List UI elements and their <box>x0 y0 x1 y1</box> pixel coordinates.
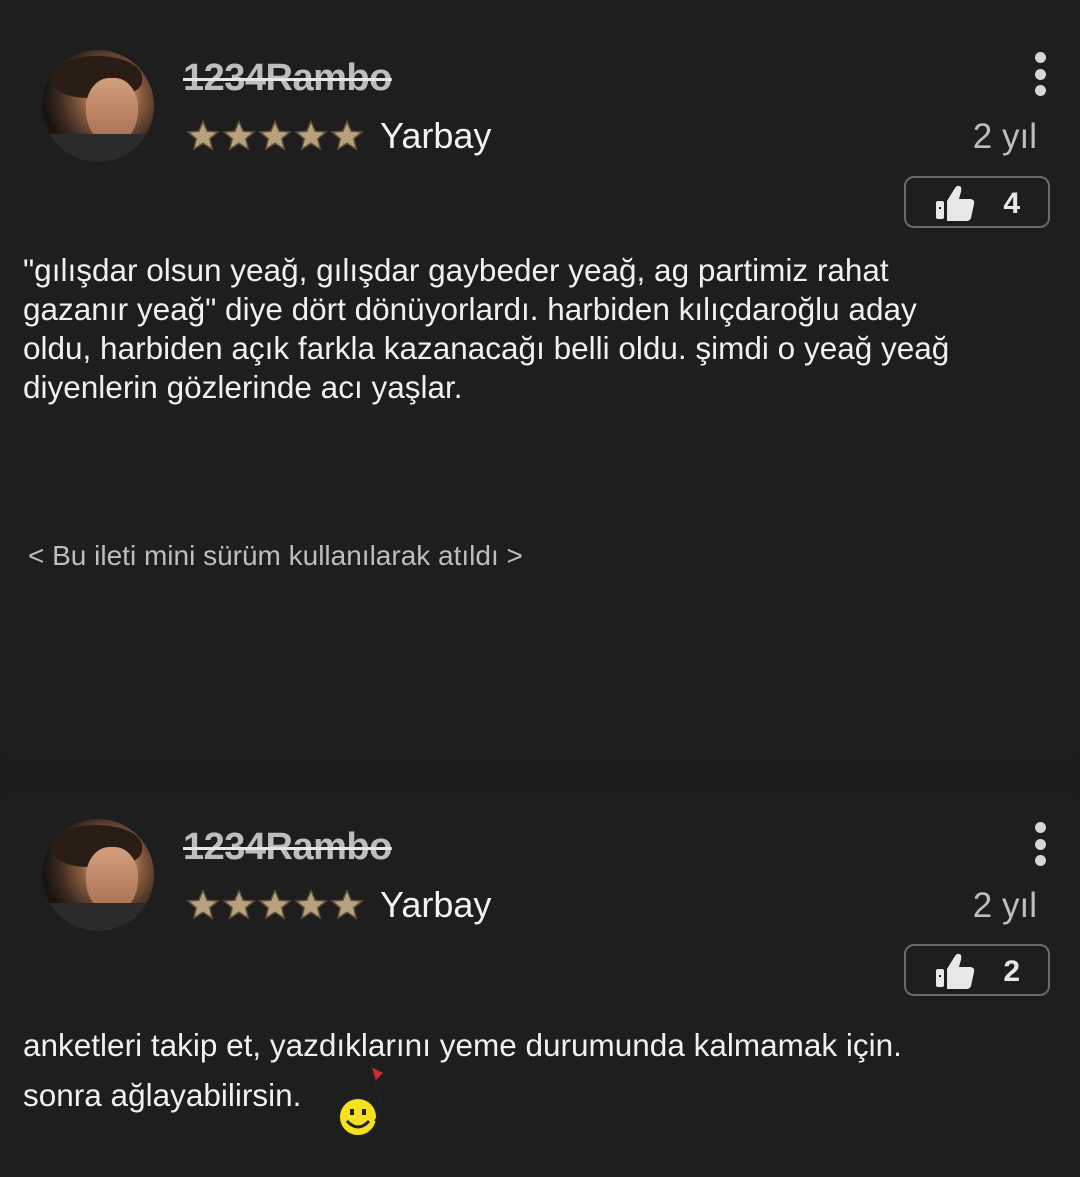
star-icon <box>294 120 328 150</box>
avatar[interactable] <box>42 50 154 162</box>
star-icon <box>258 889 292 919</box>
star-icon <box>258 120 292 150</box>
star-icon <box>222 120 256 150</box>
post-body-line: "gılışdar olsun yeağ, gılışdar gaybeder … <box>23 252 889 288</box>
more-options-icon[interactable] <box>1028 52 1052 96</box>
smiley-with-flag-icon <box>338 1066 386 1137</box>
post-body-line: diyenlerin gözlerinde acı yaşlar. <box>23 369 463 405</box>
user-rank: Yarbay <box>380 115 492 156</box>
post-body-line: anketleri takip et, yazdıklarını yeme du… <box>23 1027 902 1063</box>
star-icon <box>186 120 220 150</box>
star-icon <box>330 120 364 150</box>
post-body: "gılışdar olsun yeağ, gılışdar gaybeder … <box>23 251 1033 407</box>
more-options-icon[interactable] <box>1028 822 1052 866</box>
like-button[interactable]: 4 <box>904 176 1050 228</box>
post-body: anketleri takip et, yazdıklarını yeme du… <box>23 1020 1033 1120</box>
star-icon <box>294 889 328 919</box>
post-body-line: gazanır yeağ" diye dört dönüyorlardı. ha… <box>23 291 917 327</box>
username[interactable]: 1234Rambo <box>183 57 392 100</box>
post-time: 2 yıl <box>972 117 1037 156</box>
post-body-line: oldu, harbiden açık farkla kazanacağı be… <box>23 330 950 366</box>
post-card: 1234Rambo Yarbay 2 yıl 4 "gılışdar olsun… <box>0 0 1080 760</box>
thumbs-up-icon <box>936 953 975 989</box>
thumbs-up-icon <box>936 185 975 221</box>
like-count: 2 <box>1003 955 1020 988</box>
star-icon <box>186 889 220 919</box>
like-button[interactable]: 2 <box>904 944 1050 996</box>
like-count: 4 <box>1003 187 1020 220</box>
rank-stars <box>185 889 365 919</box>
post-time: 2 yıl <box>972 886 1037 925</box>
user-rank: Yarbay <box>380 884 492 925</box>
avatar[interactable] <box>42 819 154 931</box>
username[interactable]: 1234Rambo <box>183 826 392 869</box>
star-icon <box>330 889 364 919</box>
star-icon <box>222 889 256 919</box>
post-body-line: sonra ağlayabilirsin. <box>23 1077 302 1113</box>
rank-stars <box>185 120 365 150</box>
mini-version-note: < Bu ileti mini sürüm kullanılarak atıld… <box>28 540 523 571</box>
